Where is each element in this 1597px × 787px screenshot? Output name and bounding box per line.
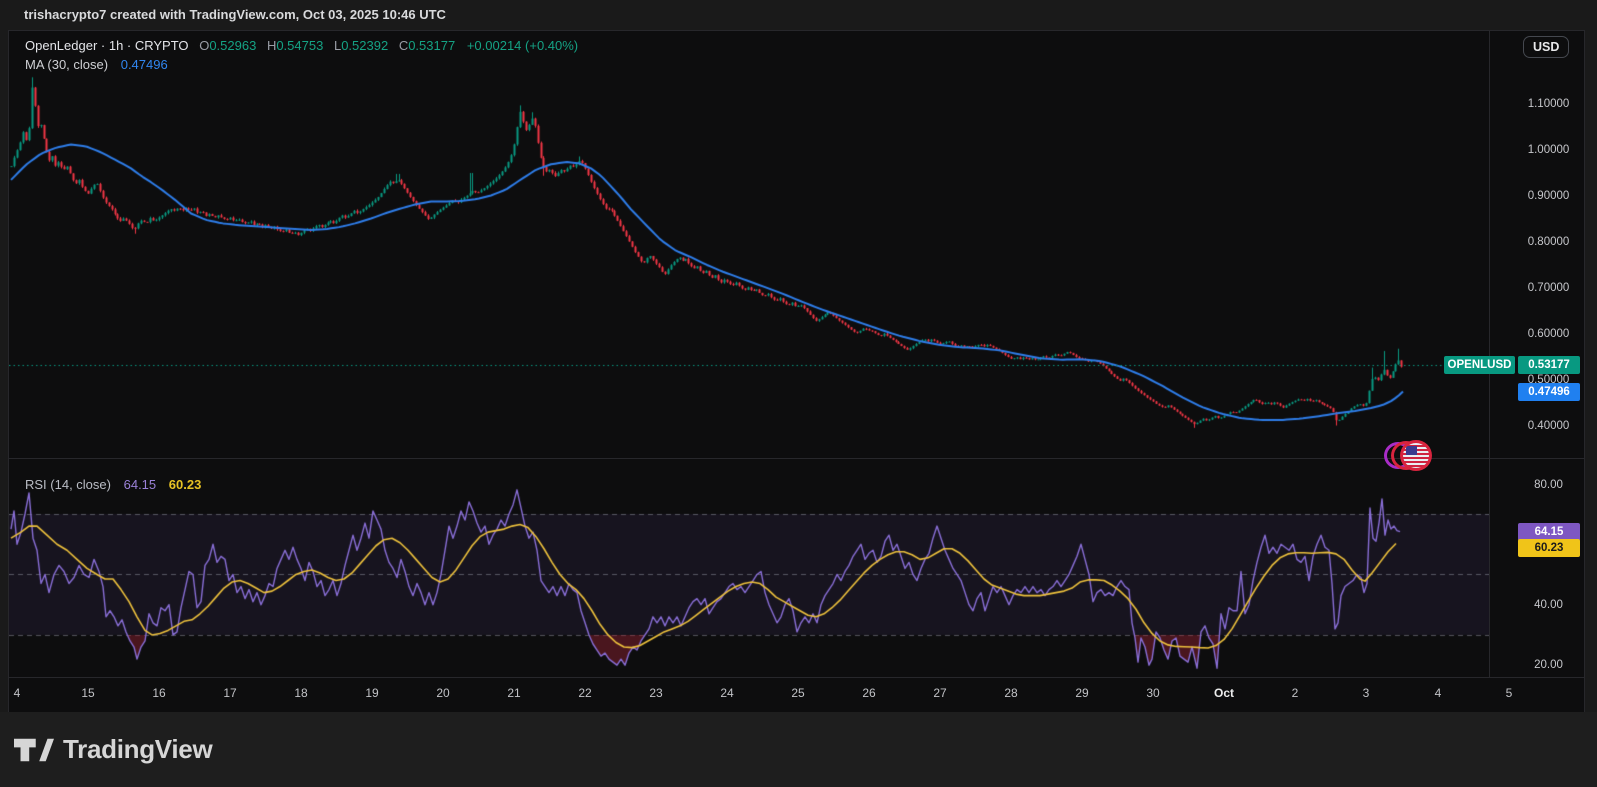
time-tick: 30 bbox=[1146, 686, 1159, 700]
rsi-ma-legend-value: 60.23 bbox=[169, 477, 202, 492]
attribution-bar: trishacrypto7 created with TradingView.c… bbox=[0, 0, 1597, 30]
time-tick: 29 bbox=[1075, 686, 1088, 700]
currency-usd-button[interactable]: USD bbox=[1523, 36, 1569, 58]
price-tick: 1.10000 bbox=[1490, 98, 1585, 110]
tradingview-mark-icon bbox=[14, 737, 54, 763]
time-tick: 26 bbox=[862, 686, 875, 700]
rsi-ma-value-label: 60.23 bbox=[1518, 539, 1580, 557]
chart-canvas[interactable] bbox=[9, 31, 1489, 677]
rsi-tick: 40.00 bbox=[1490, 599, 1585, 611]
main-legend: OpenLedger · 1h · CRYPTO O0.52963 H0.547… bbox=[25, 36, 578, 74]
high-value: 0.54753 bbox=[276, 38, 323, 53]
last-price-label: 0.53177 bbox=[1518, 356, 1580, 374]
time-tick: 3 bbox=[1363, 686, 1370, 700]
price-tick: 0.70000 bbox=[1490, 282, 1585, 294]
attribution-text: trishacrypto7 created with TradingView.c… bbox=[24, 0, 446, 30]
close-label: C bbox=[399, 38, 408, 53]
ma-legend-row: MA (30, close) 0.47496 bbox=[25, 55, 578, 74]
time-tick: 19 bbox=[365, 686, 378, 700]
price-tick: 0.60000 bbox=[1490, 328, 1585, 340]
rsi-legend-value: 64.15 bbox=[124, 477, 157, 492]
footer: TradingView bbox=[0, 712, 1597, 787]
time-tick: 27 bbox=[933, 686, 946, 700]
close-value: 0.53177 bbox=[408, 38, 455, 53]
tradingview-logo[interactable]: TradingView bbox=[14, 734, 212, 765]
time-tick: 21 bbox=[507, 686, 520, 700]
rsi-legend-title[interactable]: RSI (14, close) bbox=[25, 477, 111, 492]
time-tick: 4 bbox=[1435, 686, 1442, 700]
symbol-legend-row: OpenLedger · 1h · CRYPTO O0.52963 H0.547… bbox=[25, 36, 578, 55]
rsi-tick: 20.00 bbox=[1490, 659, 1585, 671]
time-tick: 23 bbox=[649, 686, 662, 700]
price-scale[interactable]: 1.10000 1.00000 0.90000 0.80000 0.70000 0.600… bbox=[1489, 31, 1585, 677]
price-tick: 0.80000 bbox=[1490, 236, 1585, 248]
page: trishacrypto7 created with TradingView.c… bbox=[0, 0, 1597, 787]
rsi-legend: RSI (14, close) 64.15 60.23 bbox=[25, 475, 201, 494]
time-tick: 24 bbox=[720, 686, 733, 700]
time-tick: 28 bbox=[1004, 686, 1017, 700]
time-tick: 5 bbox=[1506, 686, 1513, 700]
price-tick: 1.00000 bbox=[1490, 144, 1585, 156]
high-label: H bbox=[267, 38, 276, 53]
low-value: 0.52392 bbox=[341, 38, 388, 53]
symbol-pair-flag-icon bbox=[1384, 439, 1432, 469]
time-tick: 15 bbox=[81, 686, 94, 700]
open-value: 0.52963 bbox=[209, 38, 256, 53]
us-flag-icon bbox=[1400, 440, 1432, 471]
time-tick: Oct bbox=[1214, 686, 1234, 700]
last-price-symbol-tag: OPENLUSD bbox=[1444, 356, 1515, 374]
time-tick: 22 bbox=[578, 686, 591, 700]
time-tick: 16 bbox=[152, 686, 165, 700]
price-tick: 0.40000 bbox=[1490, 420, 1585, 432]
ma-price-label: 0.47496 bbox=[1518, 383, 1580, 401]
ma-legend-value: 0.47496 bbox=[121, 57, 168, 72]
time-tick: 20 bbox=[436, 686, 449, 700]
tradingview-wordmark: TradingView bbox=[63, 734, 212, 765]
time-tick: 18 bbox=[294, 686, 307, 700]
symbol-title[interactable]: OpenLedger · 1h · CRYPTO bbox=[25, 38, 189, 53]
chart-panel: OpenLedger · 1h · CRYPTO O0.52963 H0.547… bbox=[8, 30, 1585, 712]
pane-divider[interactable] bbox=[9, 458, 1584, 459]
time-scale[interactable]: 415161718192021222324252627282930Oct2345 bbox=[9, 677, 1584, 712]
rsi-tick: 80.00 bbox=[1490, 479, 1585, 491]
time-tick: 2 bbox=[1292, 686, 1299, 700]
price-tick: 0.90000 bbox=[1490, 190, 1585, 202]
open-label: O bbox=[199, 38, 209, 53]
ma-legend-title[interactable]: MA (30, close) bbox=[25, 57, 108, 72]
time-tick: 4 bbox=[14, 686, 21, 700]
change-value: +0.00214 (+0.40%) bbox=[467, 38, 578, 53]
time-tick: 25 bbox=[791, 686, 804, 700]
time-tick: 17 bbox=[223, 686, 236, 700]
